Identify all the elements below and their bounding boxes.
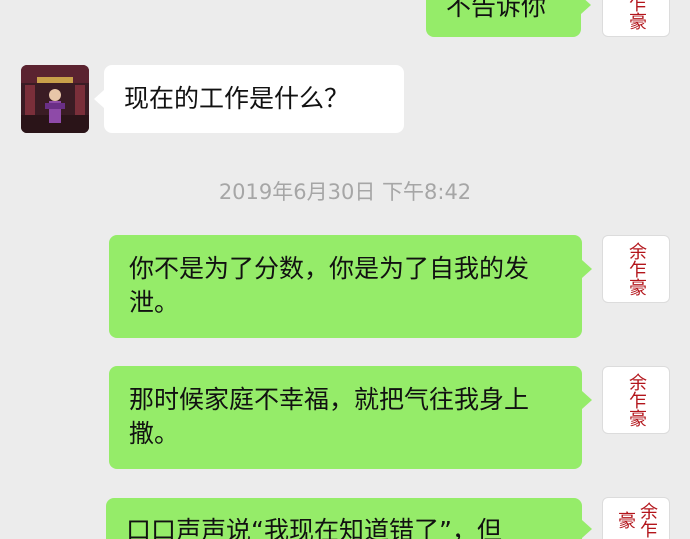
my-avatar[interactable]: 余乍豪 <box>602 366 670 434</box>
bubble-tail <box>94 90 104 108</box>
avatar-seal-text: 余乍豪 <box>615 501 658 538</box>
message-bubble-sent[interactable]: 那时候家庭不幸福，就把气往我身上撒。 <box>109 366 582 469</box>
avatar-seal-text: 余乍豪 <box>626 373 647 427</box>
message-text: 口口声声说“我现在知道错了”，但 <box>126 516 502 539</box>
message-bubble-sent[interactable]: 你不是为了分数，你是为了自我的发泄。 <box>109 235 582 338</box>
bubble-tail <box>582 260 592 278</box>
contact-avatar-image <box>21 65 89 133</box>
message-bubble-sent[interactable]: 口口声声说“我现在知道错了”，但 <box>106 498 582 539</box>
message-bubble-sent[interactable]: 不告诉你 <box>426 0 581 37</box>
avatar-seal-text: 余乍豪 <box>626 0 647 30</box>
my-avatar[interactable]: 余乍豪 <box>602 0 670 37</box>
message-text: 那时候家庭不幸福，就把气往我身上撒。 <box>129 385 530 448</box>
message-text: 不告诉你 <box>446 0 547 21</box>
bubble-tail <box>581 0 591 14</box>
message-text: 现在的工作是什么？ <box>124 84 350 113</box>
my-avatar[interactable]: 余乍豪 <box>602 497 670 539</box>
message-text: 你不是为了分数，你是为了自我的发泄。 <box>129 254 530 317</box>
avatar-seal-text: 余乍豪 <box>626 242 647 296</box>
message-timestamp: 2019年6月30日 下午8:42 <box>218 180 472 204</box>
contact-avatar[interactable] <box>21 65 89 133</box>
bubble-tail <box>582 520 592 538</box>
bubble-tail <box>582 391 592 409</box>
my-avatar[interactable]: 余乍豪 <box>602 235 670 303</box>
message-bubble-received[interactable]: 现在的工作是什么？ <box>104 65 404 133</box>
